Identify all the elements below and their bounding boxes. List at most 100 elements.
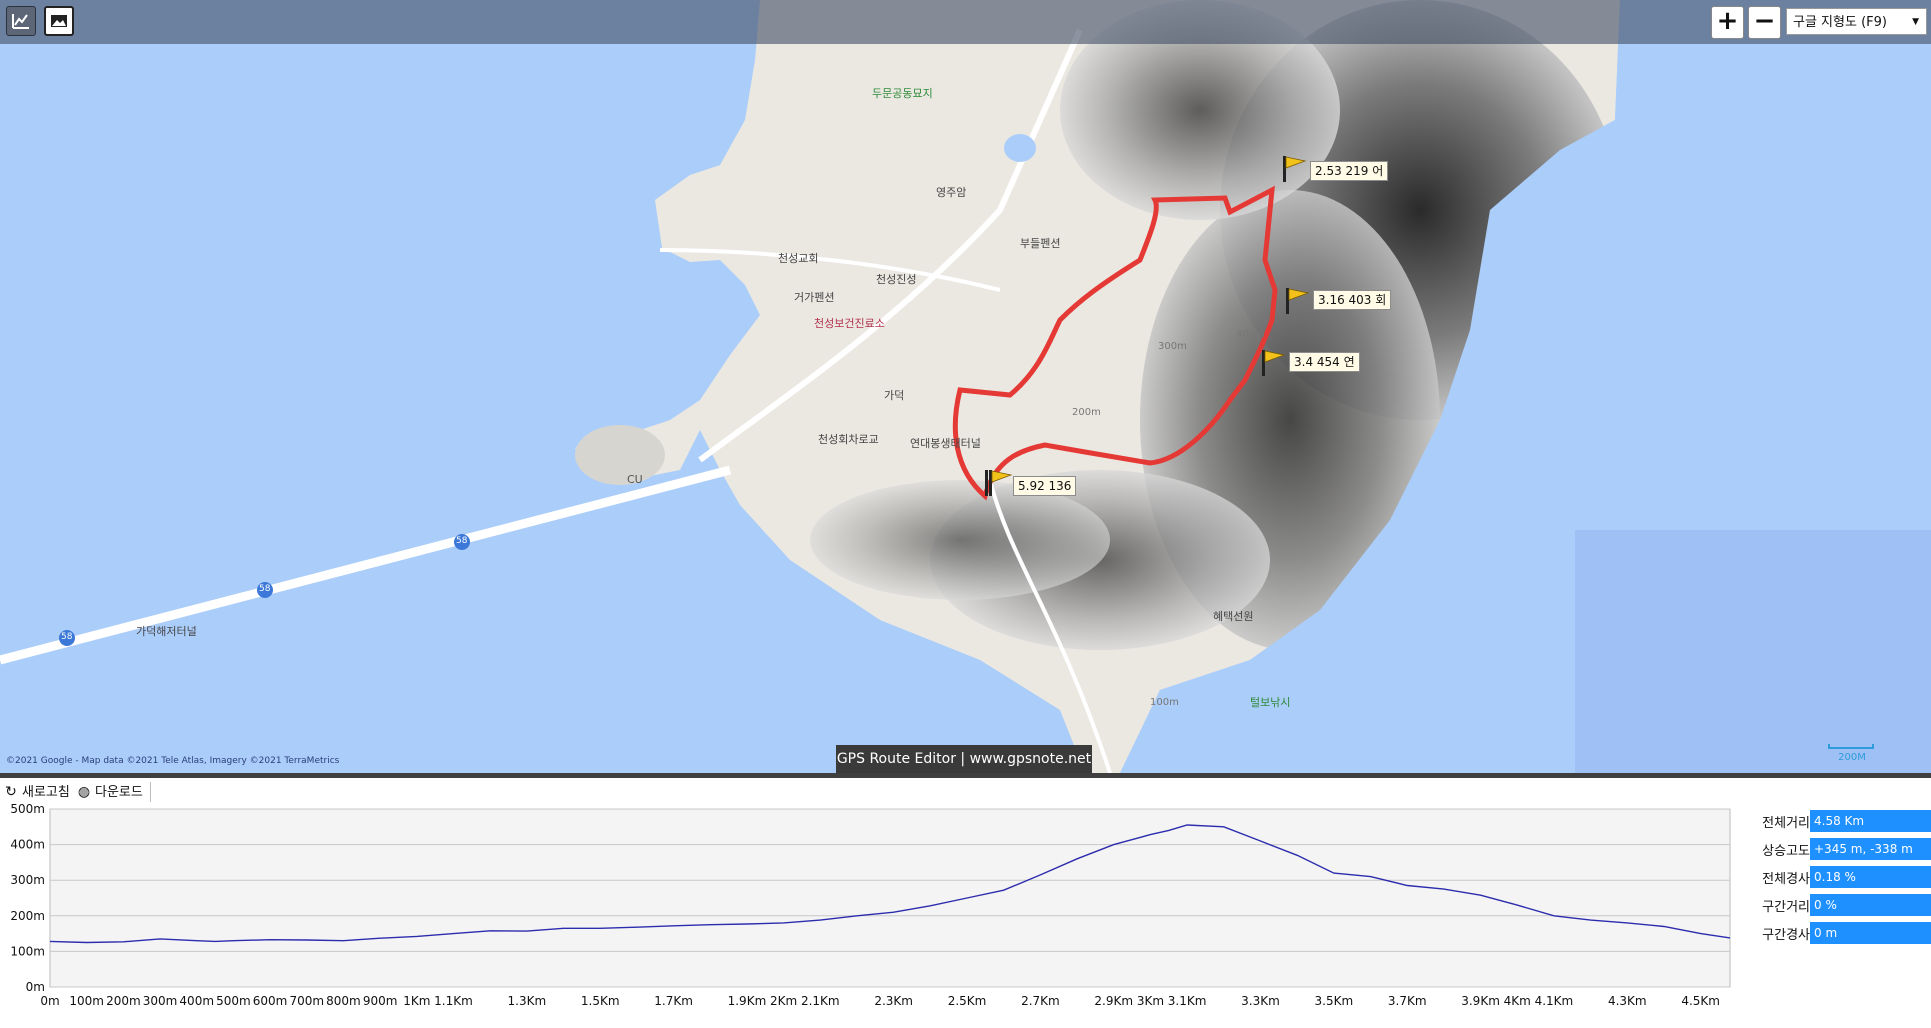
download-button[interactable]: ◍ 다운로드 xyxy=(77,782,143,802)
map-label: 천성교회 xyxy=(778,252,819,265)
waypoint-label[interactable]: 3.4 454 연 xyxy=(1289,352,1360,372)
map-copyright: ©2021 Google - Map data ©2021 Tele Atlas… xyxy=(6,756,340,766)
plot-area xyxy=(49,808,1731,988)
map-label: 부들펜션 xyxy=(1020,237,1061,250)
image-button[interactable] xyxy=(44,6,74,36)
image-icon xyxy=(51,15,67,27)
download-label: 다운로드 xyxy=(95,785,143,800)
waypoint-label[interactable]: 3.16 403 회 xyxy=(1313,290,1392,310)
x-tick-label: 2.1Km xyxy=(801,994,840,1008)
refresh-icon: ↻ xyxy=(5,784,17,800)
brand-banner: GPS Route Editor | www.gpsnote.net xyxy=(836,745,1092,773)
elevation-profile-chart[interactable]: 500m400m300m200m100m0m0m 100m 200m 300m 400m… xyxy=(0,800,1748,1028)
chart-icon xyxy=(12,14,29,29)
toolbar-separator xyxy=(150,782,151,802)
map-label: 천성진성 xyxy=(876,273,917,286)
map-label: 천성보건진료소 xyxy=(814,317,885,330)
x-tick-label: 1Km xyxy=(403,994,430,1008)
x-tick-label: 300m xyxy=(143,994,178,1008)
stat-value: +345 m, -338 m xyxy=(1810,838,1931,860)
x-tick-label: 200m xyxy=(106,994,141,1008)
x-tick-label: 4.3Km xyxy=(1608,994,1647,1008)
x-tick-label: 600m xyxy=(253,994,288,1008)
map-label: 영주암 xyxy=(936,186,967,199)
x-tick-label: 4.1Km xyxy=(1535,994,1574,1008)
x-tick-label: 3.7Km xyxy=(1388,994,1427,1008)
map-label: CU xyxy=(627,473,643,486)
scale-label: 200M xyxy=(1838,752,1866,763)
map-label: 혜택선원 xyxy=(1213,610,1254,623)
y-tick-label: 400m xyxy=(10,838,45,852)
map-label: 털보낚시 xyxy=(1250,696,1291,709)
map-topbar xyxy=(0,0,1931,44)
x-tick-label: 3.5Km xyxy=(1315,994,1354,1008)
x-tick-label: 2.3Km xyxy=(874,994,913,1008)
zoom-in-button[interactable]: + xyxy=(1711,6,1744,39)
chart-toggle-button[interactable] xyxy=(6,6,36,36)
map-type-value: 구글 지형도 (F9) xyxy=(1793,15,1887,30)
x-tick-label: 2Km xyxy=(770,994,797,1008)
x-tick-label: 400m xyxy=(179,994,214,1008)
refresh-label: 새로고침 xyxy=(22,785,70,800)
x-tick-label: 2.7Km xyxy=(1021,994,1060,1008)
map-type-select[interactable]: 구글 지형도 (F9) ▼ xyxy=(1786,8,1927,35)
map-view[interactable]: 두문공동묘지 영주암 천성교회 천성진성 부들펜션 거가펜션 천성보건진료소 가… xyxy=(0,0,1931,773)
globe-icon: ◍ xyxy=(77,784,91,800)
stat-label: 구간경사 xyxy=(1762,928,1810,943)
y-tick-label: 300m xyxy=(10,873,45,887)
x-tick-label: 800m xyxy=(326,994,361,1008)
ridge-shade xyxy=(810,480,1110,600)
contour-label: 300m xyxy=(1158,341,1187,352)
map-label: 두문공동묘지 xyxy=(872,87,933,100)
x-tick-label: 100m xyxy=(69,994,104,1008)
zoom-out-button[interactable]: − xyxy=(1748,6,1781,39)
x-tick-label: 1.9Km xyxy=(728,994,767,1008)
stat-value: 0.18 % xyxy=(1810,866,1931,888)
x-tick-label: 2.9Km xyxy=(1094,994,1133,1008)
x-tick-label: 2.5Km xyxy=(948,994,987,1008)
x-tick-label: 3Km xyxy=(1137,994,1164,1008)
x-tick-label: 1.5Km xyxy=(581,994,620,1008)
map-label: 거가펜션 xyxy=(794,291,835,304)
x-tick-label: 1.3Km xyxy=(508,994,547,1008)
map-label: 천성회차로교 xyxy=(818,433,879,446)
stat-value: 4.58 Km xyxy=(1810,810,1931,832)
x-tick-label: 3.1Km xyxy=(1168,994,1207,1008)
y-tick-label: 500m xyxy=(10,802,45,816)
highway xyxy=(0,465,732,665)
y-tick-label: 0m xyxy=(26,980,45,994)
x-tick-label: 4Km xyxy=(1504,994,1531,1008)
x-tick-label: 1.7Km xyxy=(654,994,693,1008)
contour-label: 200m xyxy=(1072,407,1101,418)
x-tick-label: 3.3Km xyxy=(1241,994,1280,1008)
map-label: 가덕 xyxy=(884,389,905,402)
stat-label: 상승고도 xyxy=(1762,844,1810,859)
x-tick-label: 1.1Km xyxy=(434,994,473,1008)
stat-label: 전체거리 xyxy=(1762,816,1810,831)
x-tick-label: 900m xyxy=(363,994,398,1008)
y-tick-label: 200m xyxy=(10,909,45,923)
stat-label: 구간거리 xyxy=(1762,900,1810,915)
map-scale: 200M xyxy=(1826,742,1878,764)
x-tick-label: 0m xyxy=(40,994,59,1008)
contour-label: 400m xyxy=(1236,329,1265,340)
terrain-map[interactable] xyxy=(0,0,1931,773)
map-label: 가덕해저터널 xyxy=(136,625,197,638)
route-number: 58 xyxy=(61,632,73,642)
waypoint-label[interactable]: 5.92 136 xyxy=(1013,476,1077,496)
stat-value: 0 m xyxy=(1810,922,1931,944)
contour-label: 100m xyxy=(1150,697,1179,708)
lake xyxy=(1004,134,1036,162)
chevron-down-icon: ▼ xyxy=(1912,17,1919,27)
islet xyxy=(575,425,665,485)
waypoint-label[interactable]: 2.53 219 어 xyxy=(1310,161,1389,181)
refresh-button[interactable]: ↻ 새로고침 xyxy=(4,782,70,802)
stat-value: 0 % xyxy=(1810,894,1931,916)
x-tick-label: 500m xyxy=(216,994,251,1008)
y-tick-label: 100m xyxy=(10,944,45,958)
x-tick-label: 4.5Km xyxy=(1681,994,1720,1008)
route-number: 58 xyxy=(259,584,271,594)
x-tick-label: 3.9Km xyxy=(1461,994,1500,1008)
map-label: 연대봉생태터널 xyxy=(910,437,981,450)
stat-label: 전체경사 xyxy=(1762,872,1810,887)
